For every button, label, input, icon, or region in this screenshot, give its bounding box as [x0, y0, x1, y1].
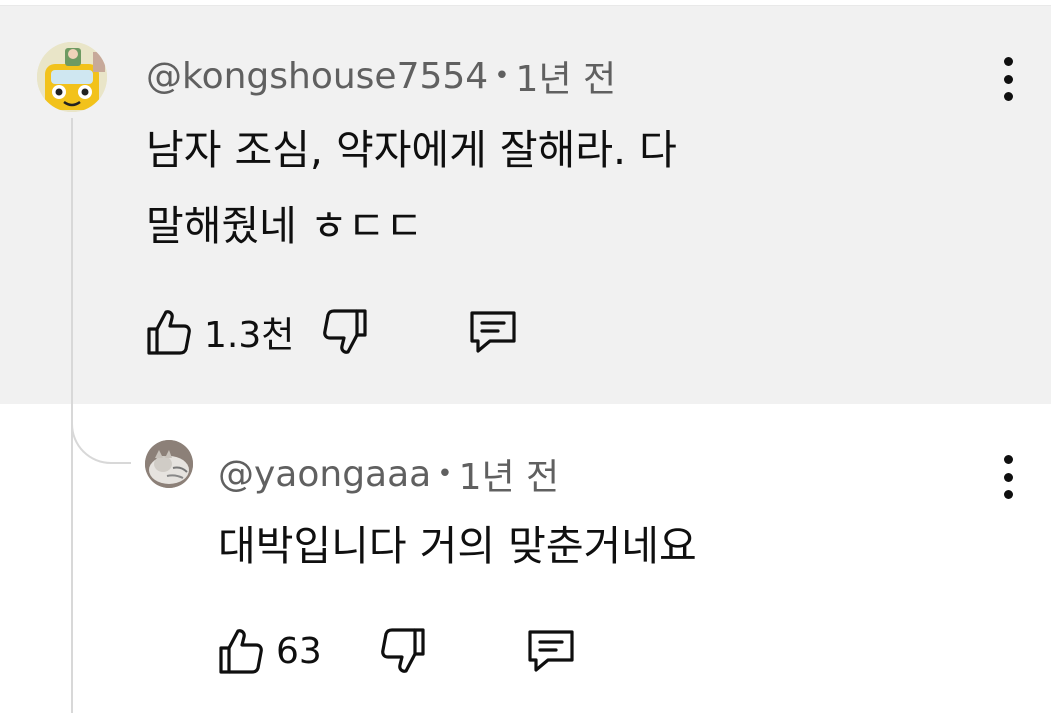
author-name[interactable]: @kongshouse7554	[146, 56, 488, 97]
thumbs-up-icon	[219, 629, 263, 674]
comment-text: 남자 조심, 약자에게 잘해라. 다 말해줬네 ㅎㄷㄷ	[146, 112, 677, 264]
dislike-button[interactable]	[322, 307, 368, 357]
comment-text-line: 남자 조심, 약자에게 잘해라. 다	[146, 126, 677, 174]
comment-meta: @kongshouse7554 • 1년 전	[146, 50, 616, 102]
comment-time[interactable]: 1년 전	[459, 448, 560, 500]
reply-text: 대박입니다 거의 맞춘거네요	[218, 522, 697, 570]
like-button[interactable]	[218, 626, 264, 676]
cartoon-bus-avatar-icon	[37, 42, 107, 112]
reply-meta: @yaongaaa • 1년 전	[218, 448, 559, 500]
reply-comment-icon	[470, 311, 516, 353]
reply-button[interactable]	[468, 309, 518, 355]
comment-text-line: 말해줬네 ㅎㄷㄷ	[146, 202, 424, 250]
avatar[interactable]	[37, 42, 107, 112]
thread-connector	[71, 412, 131, 464]
like-count: 63	[276, 630, 322, 672]
reply-actions: 63	[218, 626, 576, 676]
thumbs-up-icon	[147, 310, 191, 355]
comment-time[interactable]: 1년 전	[516, 50, 617, 102]
dislike-button[interactable]	[380, 626, 426, 676]
meta-separator: •	[437, 459, 453, 489]
like-count: 1.3천	[204, 315, 295, 356]
more-vertical-icon[interactable]	[996, 455, 1020, 499]
author-name[interactable]: @yaongaaa	[218, 454, 431, 495]
comment-actions: 1.3천	[146, 306, 518, 358]
more-vertical-icon[interactable]	[996, 57, 1020, 101]
thumbs-down-icon	[323, 309, 367, 354]
reply-comment-icon	[528, 630, 574, 672]
cat-photo-avatar-icon	[145, 440, 193, 488]
meta-separator: •	[494, 61, 510, 91]
like-button[interactable]	[146, 307, 192, 357]
reply-button[interactable]	[526, 628, 576, 674]
thumbs-down-icon	[380, 628, 425, 673]
avatar[interactable]	[145, 440, 193, 488]
